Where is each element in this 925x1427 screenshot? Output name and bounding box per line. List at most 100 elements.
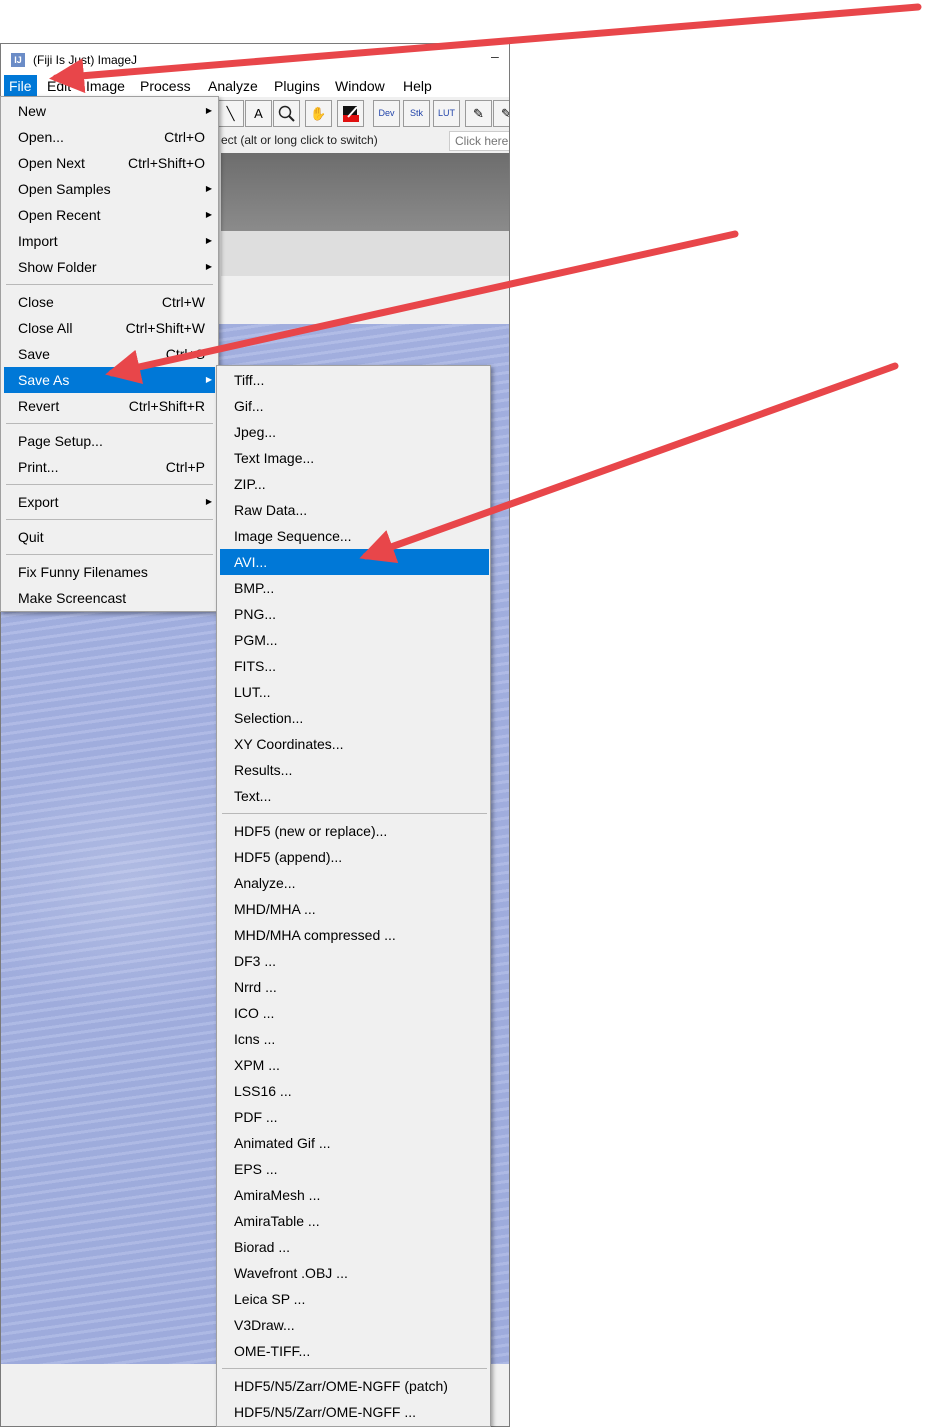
save-as-nrrd[interactable]: Nrrd ... bbox=[220, 974, 489, 1000]
shortcut-label: Ctrl+O bbox=[164, 129, 205, 145]
submenu-arrow-icon: ▶ bbox=[205, 497, 212, 506]
menu-item-open-samples[interactable]: Open Samples ▶ bbox=[4, 176, 215, 202]
save-as-biorad[interactable]: Biorad ... bbox=[220, 1234, 489, 1260]
save-as-hdf5-append[interactable]: HDF5 (append)... bbox=[220, 844, 489, 870]
save-as-lut[interactable]: LUT... bbox=[220, 679, 489, 705]
save-as-selection[interactable]: Selection... bbox=[220, 705, 489, 731]
save-as-v3draw[interactable]: V3Draw... bbox=[220, 1312, 489, 1338]
menu-analyze[interactable]: Analyze bbox=[203, 75, 263, 97]
save-as-ome-tiff[interactable]: OME-TIFF... bbox=[220, 1338, 489, 1364]
menu-item-revert[interactable]: Revert Ctrl+Shift+R bbox=[4, 393, 215, 419]
menu-item-import[interactable]: Import ▶ bbox=[4, 228, 215, 254]
save-as-leica-sp[interactable]: Leica SP ... bbox=[220, 1286, 489, 1312]
save-as-xpm[interactable]: XPM ... bbox=[220, 1052, 489, 1078]
submenu-arrow-icon: ▶ bbox=[205, 210, 212, 219]
minimize-button[interactable]: – bbox=[491, 48, 499, 64]
menu-separator bbox=[222, 1368, 487, 1369]
save-as-lss16[interactable]: LSS16 ... bbox=[220, 1078, 489, 1104]
dev-menu-button[interactable]: Dev bbox=[373, 100, 400, 127]
save-as-image-sequence[interactable]: Image Sequence... bbox=[220, 523, 489, 549]
save-as-results[interactable]: Results... bbox=[220, 757, 489, 783]
save-as-eps[interactable]: EPS ... bbox=[220, 1156, 489, 1182]
save-as-gif[interactable]: Gif... bbox=[220, 393, 489, 419]
submenu-arrow-icon: ▶ bbox=[205, 236, 212, 245]
lut-menu-button[interactable]: LUT bbox=[433, 100, 460, 127]
pencil-tool-icon[interactable]: ✎ bbox=[465, 100, 492, 127]
line-tool-icon[interactable]: ╲ bbox=[217, 100, 244, 127]
menu-separator bbox=[6, 554, 213, 555]
menu-help[interactable]: Help bbox=[398, 75, 437, 97]
save-as-raw-data[interactable]: Raw Data... bbox=[220, 497, 489, 523]
save-as-mhd-mha-compressed[interactable]: MHD/MHA compressed ... bbox=[220, 922, 489, 948]
save-as-png[interactable]: PNG... bbox=[220, 601, 489, 627]
shortcut-label: Ctrl+Shift+R bbox=[128, 398, 205, 414]
menu-separator bbox=[6, 284, 213, 285]
submenu-arrow-icon: ▶ bbox=[205, 262, 212, 271]
submenu-arrow-icon: ▶ bbox=[205, 375, 212, 384]
menu-plugins[interactable]: Plugins bbox=[269, 75, 325, 97]
shortcut-label: Ctrl+P bbox=[165, 459, 205, 475]
submenu-arrow-icon: ▶ bbox=[205, 106, 212, 115]
save-as-xy-coordinates[interactable]: XY Coordinates... bbox=[220, 731, 489, 757]
title-bar[interactable]: IJ (Fiji Is Just) ImageJ – bbox=[1, 44, 509, 75]
window-panel bbox=[221, 231, 509, 276]
menu-item-save[interactable]: Save Ctrl+S bbox=[4, 341, 215, 367]
menu-item-open-recent[interactable]: Open Recent ▶ bbox=[4, 202, 215, 228]
save-as-tiff[interactable]: Tiff... bbox=[220, 367, 489, 393]
save-as-ico[interactable]: ICO ... bbox=[220, 1000, 489, 1026]
menu-item-print[interactable]: Print... Ctrl+P bbox=[4, 454, 215, 480]
menu-separator bbox=[6, 519, 213, 520]
save-as-zip[interactable]: ZIP... bbox=[220, 471, 489, 497]
menu-separator bbox=[6, 484, 213, 485]
save-as-df3[interactable]: DF3 ... bbox=[220, 948, 489, 974]
menu-item-close[interactable]: Close Ctrl+W bbox=[4, 289, 215, 315]
save-as-mhd-mha[interactable]: MHD/MHA ... bbox=[220, 896, 489, 922]
search-input[interactable] bbox=[449, 131, 509, 151]
save-as-pdf[interactable]: PDF ... bbox=[220, 1104, 489, 1130]
menu-item-close-all[interactable]: Close All Ctrl+Shift+W bbox=[4, 315, 215, 341]
save-as-icns[interactable]: Icns ... bbox=[220, 1026, 489, 1052]
menu-item-open[interactable]: Open... Ctrl+O bbox=[4, 124, 215, 150]
brush-tool-icon[interactable]: ✎ bbox=[493, 100, 509, 127]
menu-item-new[interactable]: New ▶ bbox=[4, 98, 215, 124]
save-as-hdf5-new[interactable]: HDF5 (new or replace)... bbox=[220, 818, 489, 844]
menu-edit[interactable]: Edit bbox=[42, 75, 76, 97]
menu-file[interactable]: File bbox=[4, 75, 37, 97]
save-as-bmp[interactable]: BMP... bbox=[220, 575, 489, 601]
menu-item-fix-funny-filenames[interactable]: Fix Funny Filenames bbox=[4, 559, 215, 585]
menu-item-export[interactable]: Export ▶ bbox=[4, 489, 215, 515]
shortcut-label: Ctrl+W bbox=[161, 294, 205, 310]
magnifier-tool-icon[interactable] bbox=[273, 100, 300, 127]
menu-image[interactable]: Image bbox=[81, 75, 130, 97]
menu-separator bbox=[222, 813, 487, 814]
progress-area bbox=[221, 153, 509, 231]
menu-item-show-folder[interactable]: Show Folder ▶ bbox=[4, 254, 215, 280]
menu-item-quit[interactable]: Quit bbox=[4, 524, 215, 550]
save-as-amiramesh[interactable]: AmiraMesh ... bbox=[220, 1182, 489, 1208]
save-as-pgm[interactable]: PGM... bbox=[220, 627, 489, 653]
menu-window[interactable]: Window bbox=[330, 75, 390, 97]
menu-item-save-as[interactable]: Save As ▶ bbox=[4, 367, 215, 393]
menu-item-open-next[interactable]: Open Next Ctrl+Shift+O bbox=[4, 150, 215, 176]
save-as-analyze[interactable]: Analyze... bbox=[220, 870, 489, 896]
save-as-jpeg[interactable]: Jpeg... bbox=[220, 419, 489, 445]
save-as-ngff-patch[interactable]: HDF5/N5/Zarr/OME-NGFF (patch) bbox=[220, 1373, 489, 1399]
menu-item-page-setup[interactable]: Page Setup... bbox=[4, 428, 215, 454]
menu-item-make-screencast[interactable]: Make Screencast bbox=[4, 585, 215, 611]
save-as-wavefront-obj[interactable]: Wavefront .OBJ ... bbox=[220, 1260, 489, 1286]
save-as-submenu: Tiff... Gif... Jpeg... Text Image... ZIP… bbox=[216, 365, 491, 1427]
save-as-amiratable[interactable]: AmiraTable ... bbox=[220, 1208, 489, 1234]
save-as-text[interactable]: Text... bbox=[220, 783, 489, 809]
save-as-ngff[interactable]: HDF5/N5/Zarr/OME-NGFF ... bbox=[220, 1399, 489, 1425]
hand-tool-icon[interactable]: ✋ bbox=[305, 100, 332, 127]
save-as-fits[interactable]: FITS... bbox=[220, 653, 489, 679]
menu-bar: File Edit Image Process Analyze Plugins … bbox=[1, 75, 509, 97]
save-as-avi[interactable]: AVI... bbox=[220, 549, 489, 575]
text-tool-icon[interactable]: A bbox=[245, 100, 272, 127]
fiji-logo-icon: IJ bbox=[11, 53, 25, 67]
menu-process[interactable]: Process bbox=[135, 75, 196, 97]
save-as-text-image[interactable]: Text Image... bbox=[220, 445, 489, 471]
color-picker-icon[interactable] bbox=[337, 100, 364, 127]
save-as-animated-gif[interactable]: Animated Gif ... bbox=[220, 1130, 489, 1156]
stk-menu-button[interactable]: Stk bbox=[403, 100, 430, 127]
